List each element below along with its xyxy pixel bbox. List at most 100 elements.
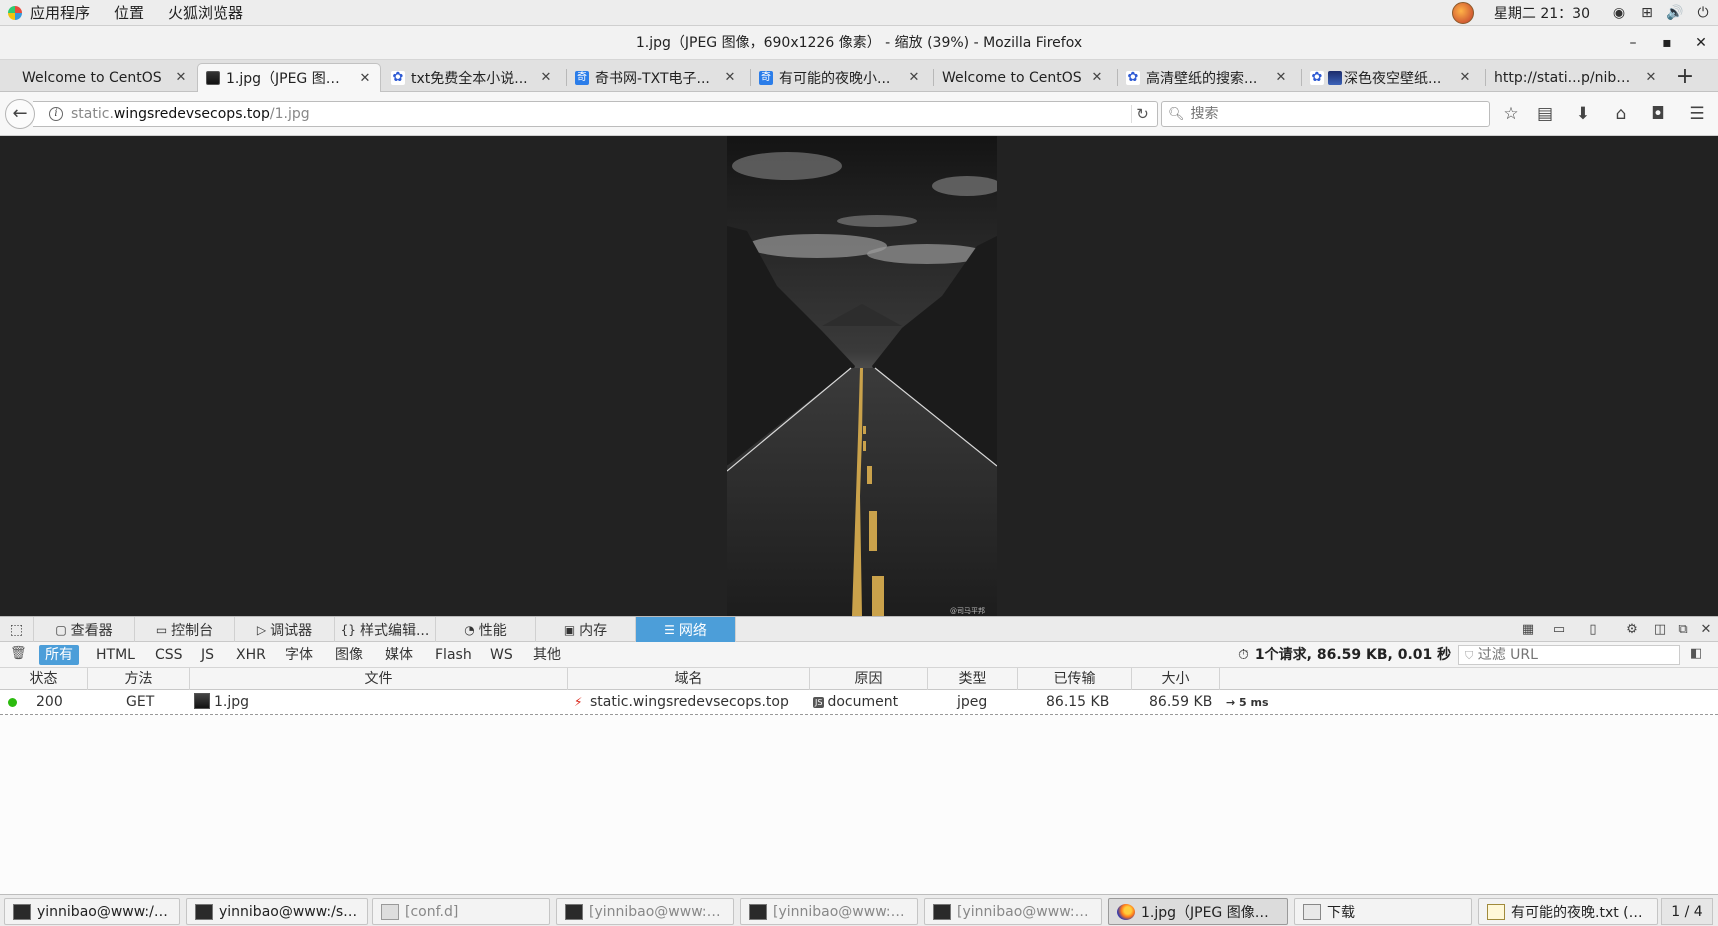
task-conf-folder[interactable]: [conf.d] (372, 898, 550, 925)
close-devtools-icon[interactable]: ✕ (1694, 617, 1718, 642)
menu-places[interactable]: 位置 (102, 0, 156, 26)
close-tab-icon[interactable]: ✕ (723, 70, 737, 85)
task-terminal-soft-2[interactable]: [yinnibao@www:/soft-... (740, 898, 918, 925)
close-tab-icon[interactable]: ✕ (174, 70, 188, 85)
tab-nibao-txt[interactable]: http://stati...p/nibao.txt ✕ (1486, 63, 1666, 92)
accessibility-icon[interactable]: ◉ (1610, 4, 1628, 22)
back-button[interactable]: ← (5, 99, 35, 129)
tab-night-novel[interactable]: 奇 有可能的夜晚小... ✕ (751, 63, 929, 92)
url-filter-box[interactable]: ⛉ (1458, 645, 1680, 665)
minimize-button[interactable]: – (1616, 26, 1650, 60)
task-downloads[interactable]: 下载 (1294, 898, 1472, 925)
performance-icon: ◔ (464, 622, 475, 637)
power-icon[interactable]: ⏻ (1694, 4, 1712, 22)
col-file[interactable]: 文件 (190, 668, 568, 690)
close-tab-icon[interactable]: ✕ (539, 70, 553, 85)
toggle-sidebar-icon[interactable]: ◧ (1690, 646, 1702, 661)
tab-jpeg-image[interactable]: 1.jpg（JPEG 图像... ✕ (197, 63, 381, 92)
filter-js[interactable]: JS (195, 645, 220, 665)
task-terminal-etc-2[interactable]: [yinnibao@www:/etc/... (556, 898, 734, 925)
close-window-button[interactable]: ✕ (1684, 26, 1718, 60)
close-tab-icon[interactable]: ✕ (1090, 70, 1104, 85)
col-cause[interactable]: 原因 (810, 668, 928, 690)
col-transferred[interactable]: 已传输 (1018, 668, 1132, 690)
stopwatch-icon[interactable]: ⏱︎ (1238, 645, 1249, 665)
tab-txt-novels[interactable]: ✿ txt免费全本小说... ✕ (383, 63, 561, 92)
user-avatar-icon[interactable] (1451, 2, 1474, 24)
close-tab-icon[interactable]: ✕ (1644, 70, 1658, 85)
col-status[interactable]: 状态 (0, 668, 88, 690)
clock[interactable]: 星期二 21：30 (1494, 3, 1590, 23)
tab-performance[interactable]: ◔ 性能 (436, 617, 536, 642)
paw-icon: ✿ (1126, 69, 1140, 85)
filter-other[interactable]: 其他 (527, 645, 567, 665)
task-firefox[interactable]: 1.jpg（JPEG 图像，69... (1108, 898, 1288, 925)
filter-ws[interactable]: WS (484, 645, 519, 665)
filter-flash[interactable]: Flash (429, 645, 478, 665)
task-terminal-soft-3[interactable]: [yinnibao@www:/soft-... (924, 898, 1102, 925)
tab-debugger[interactable]: ▷ 调试器 (235, 617, 335, 642)
url-filter-input[interactable] (1477, 647, 1668, 663)
close-tab-icon[interactable]: ✕ (1274, 70, 1288, 85)
road-photo[interactable] (727, 136, 997, 616)
tab-network[interactable]: ☰ 网络 (636, 617, 736, 642)
screenshot-icon[interactable]: ▯ (1581, 617, 1605, 642)
pocket-icon[interactable]: ◘ (1645, 102, 1671, 126)
filter-images[interactable]: 图像 (329, 645, 369, 665)
applications-icon[interactable] (8, 6, 22, 20)
tab-memory[interactable]: ▣ 内存 (536, 617, 636, 642)
tab-hd-wallpaper-search[interactable]: ✿ 高清壁纸的搜索... ✕ (1118, 63, 1296, 92)
col-domain[interactable]: 域名 (568, 668, 810, 690)
filter-css[interactable]: CSS (149, 645, 189, 665)
col-type[interactable]: 类型 (928, 668, 1018, 690)
reload-icon[interactable]: ↻ (1131, 105, 1149, 123)
search-bar[interactable]: 🔍︎ (1161, 101, 1490, 127)
volume-icon[interactable]: 🔊 (1666, 4, 1684, 22)
undock-icon[interactable]: ⧉ (1671, 617, 1695, 642)
filter-xhr[interactable]: XHR (230, 645, 272, 665)
tab-style-editor[interactable]: {} 样式编辑... (335, 617, 436, 642)
hamburger-menu-icon[interactable]: ☰ (1684, 102, 1710, 126)
menu-firefox[interactable]: 火狐浏览器 (156, 0, 255, 26)
tab-inspector[interactable]: ▢ 查看器 (34, 617, 135, 642)
tab-console[interactable]: ▭ 控制台 (135, 617, 235, 642)
site-info-icon[interactable]: i (49, 107, 63, 121)
close-tab-icon[interactable]: ✕ (358, 71, 372, 86)
filter-media[interactable]: 媒体 (379, 645, 419, 665)
filter-html[interactable]: HTML (90, 645, 141, 665)
element-picker-icon[interactable]: ⬚ (0, 617, 34, 642)
col-method[interactable]: 方法 (88, 668, 190, 690)
dock-side-icon[interactable]: ◫ (1648, 617, 1672, 642)
task-terminal-soft[interactable]: yinnibao@www:/soft/... (186, 898, 368, 925)
responsive-design-icon[interactable]: ▦ (1514, 617, 1542, 642)
task-text-editor[interactable]: 有可能的夜晚.txt (~/... (1478, 898, 1658, 925)
table-row[interactable]: 200 GET 1.jpg ⚡ static.wingsredevsecops.t… (0, 690, 1718, 715)
close-tab-icon[interactable]: ✕ (907, 70, 921, 85)
tab-welcome-centos-1[interactable]: Welcome to CentOS ✕ (14, 63, 196, 92)
home-icon[interactable]: ⌂ (1608, 102, 1634, 126)
search-input[interactable] (1190, 106, 1471, 122)
bookmark-star-icon[interactable]: ☆ (1498, 102, 1524, 126)
new-tab-button[interactable]: + (1670, 63, 1700, 91)
tab-welcome-centos-2[interactable]: Welcome to CentOS ✕ (934, 63, 1112, 92)
settings-gear-icon[interactable]: ⚙ (1620, 617, 1644, 642)
window-title: 1.jpg（JPEG 图像，690x1226 像素） - 缩放 (39%) - … (635, 35, 1083, 51)
tab-label: 奇书网-TXT电子... (595, 70, 710, 87)
clear-trash-icon[interactable]: 🗑︎ (10, 646, 27, 661)
col-size[interactable]: 大小 (1132, 668, 1220, 690)
url-bar[interactable]: i static. wingsredevsecops.top/1.jpg ↻ (33, 101, 1158, 127)
task-terminal-etc[interactable]: yinnibao@www:/etc/... (4, 898, 180, 925)
filter-fonts[interactable]: 字体 (279, 645, 319, 665)
tab-night-sky-wallpaper[interactable]: ✿ 深色夜空壁纸... ✕ (1302, 63, 1480, 92)
maximize-button[interactable]: ▪ (1650, 26, 1684, 60)
filter-all[interactable]: 所有 (39, 645, 79, 665)
workspace-pager[interactable]: 1 / 4 (1661, 898, 1713, 925)
menu-applications[interactable]: 应用程序 (22, 0, 102, 26)
reading-list-icon[interactable]: ▤ (1532, 102, 1558, 126)
network-icon[interactable]: ⊞ (1638, 4, 1656, 22)
downloads-icon[interactable]: ⬇ (1570, 102, 1596, 126)
tab-label: Welcome to CentOS (22, 69, 162, 86)
close-tab-icon[interactable]: ✕ (1458, 70, 1472, 85)
split-console-icon[interactable]: ▭ (1547, 617, 1571, 642)
tab-qishu[interactable]: 奇 奇书网-TXT电子... ✕ (567, 63, 745, 92)
